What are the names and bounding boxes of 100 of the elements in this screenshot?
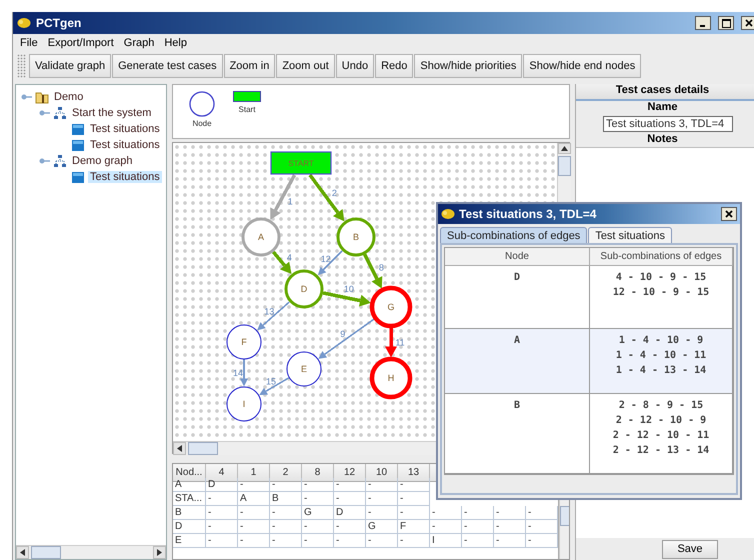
toolbar-button[interactable]: Zoom out <box>276 54 335 78</box>
node-label: D <box>300 284 308 294</box>
table-cell: - <box>366 492 398 506</box>
minimize-button[interactable] <box>695 16 711 30</box>
table-cell: I <box>430 534 462 548</box>
edge-label: 4 <box>286 252 292 262</box>
edge-arrow[interactable] <box>363 254 382 289</box>
left-arrow-icon[interactable] <box>177 445 182 452</box>
tree-item[interactable]: Test situations <box>88 123 162 135</box>
node-label: A <box>258 232 264 242</box>
close-icon <box>745 19 753 27</box>
app-icon <box>17 17 31 29</box>
name-field[interactable]: Test situations 3, TDL=4 <box>603 116 733 132</box>
row-header: E <box>173 534 206 548</box>
table-cell[interactable]: 1 - 4 - 10 - 9 1 - 4 - 10 - 11 1 - 4 - 13 - 14 <box>590 329 733 394</box>
toolbar-button[interactable]: Zoom in <box>224 54 276 78</box>
horizontal-scrollbar[interactable] <box>16 545 166 559</box>
toolbar-button[interactable]: Validate graph <box>29 54 112 78</box>
document-icon <box>71 138 85 152</box>
close-button[interactable] <box>721 207 737 221</box>
toolbar-button[interactable]: Undo <box>336 54 374 78</box>
column-header[interactable]: 10 <box>366 464 398 482</box>
graph-node[interactable] <box>336 218 376 256</box>
tab[interactable]: Sub-combinations of edges <box>440 227 588 243</box>
start-shape-icon[interactable] <box>233 91 261 103</box>
tree-item[interactable]: Start the system <box>70 107 154 119</box>
tree-item[interactable]: Test situations <box>88 139 162 151</box>
graph-node[interactable] <box>226 386 262 422</box>
save-button[interactable]: Save <box>662 540 718 558</box>
table-cell[interactable]: 4 - 10 - 9 - 15 12 - 10 - 9 - 15 <box>590 266 733 329</box>
toolbar-button[interactable]: Show/hide end nodes <box>523 54 642 78</box>
table-cell: - <box>206 492 238 506</box>
left-arrow-icon[interactable] <box>20 549 25 556</box>
right-arrow-icon[interactable] <box>157 549 162 556</box>
toolbar-grip[interactable] <box>17 54 26 78</box>
node-label: I <box>242 399 246 409</box>
menu-item[interactable]: File <box>15 37 43 49</box>
column-header[interactable]: 1 <box>238 464 270 482</box>
table-cell[interactable]: B <box>445 394 590 474</box>
menu-item[interactable]: Export/Import <box>42 37 119 49</box>
graph-node[interactable] <box>284 270 324 308</box>
node-label: F <box>241 337 247 347</box>
menu-item[interactable]: Help <box>159 37 192 49</box>
graph-node[interactable] <box>242 218 280 256</box>
table-cell: - <box>302 492 334 506</box>
edge-arrow[interactable] <box>272 250 292 274</box>
column-header[interactable]: 2 <box>270 464 302 482</box>
table-cell: - <box>238 520 270 534</box>
table-cell: - <box>206 506 238 520</box>
maximize-button[interactable] <box>718 16 734 30</box>
edge-arrow[interactable] <box>322 291 371 306</box>
table-cell[interactable]: D <box>445 266 590 329</box>
table-cell: F <box>398 520 430 534</box>
table-cell: - <box>334 534 366 548</box>
toolbar-button[interactable]: Show/hide priorities <box>414 54 522 78</box>
graph-node[interactable] <box>286 352 322 386</box>
node-shape-icon[interactable] <box>189 91 215 117</box>
table-cell[interactable]: A <box>445 329 590 394</box>
edge-arrow[interactable] <box>385 328 397 358</box>
start-node[interactable] <box>270 151 332 175</box>
edge-label: 14 <box>233 368 243 378</box>
edge-arrow[interactable] <box>308 174 344 222</box>
table-cell: - <box>270 506 302 520</box>
column-header[interactable]: Sub-combinations of edges <box>590 248 733 266</box>
table-cell: - <box>302 478 334 492</box>
column-header[interactable]: 13 <box>398 464 430 482</box>
up-arrow-icon[interactable] <box>561 146 568 151</box>
expand-handle-icon[interactable] <box>20 93 32 101</box>
column-header[interactable]: 12 <box>334 464 366 482</box>
edge-arrow[interactable] <box>318 250 343 276</box>
app-icon <box>441 208 455 220</box>
close-button[interactable] <box>741 16 754 30</box>
expand-handle-icon[interactable] <box>38 109 50 117</box>
scrollbar-thumb[interactable] <box>558 156 571 176</box>
graph-node[interactable] <box>226 324 262 360</box>
table-cell: - <box>494 520 526 534</box>
edge-arrow[interactable] <box>270 174 296 220</box>
palette-label: Node <box>192 119 212 128</box>
table-cell: - <box>206 534 238 548</box>
edge-label: 11 <box>395 338 405 348</box>
tab[interactable]: Test situations <box>588 227 672 243</box>
graph-node[interactable] <box>370 356 412 400</box>
table-cell[interactable]: 2 - 8 - 9 - 15 2 - 12 - 10 - 9 2 - 12 - 10 - 11 2 - 12 - 13 - 14 <box>590 394 733 474</box>
tree-item[interactable]: Demo graph <box>70 155 135 167</box>
column-header[interactable]: Node <box>445 248 590 266</box>
scrollbar-thumb[interactable] <box>188 442 218 455</box>
expand-handle-icon[interactable] <box>38 157 50 165</box>
graph-node[interactable] <box>370 286 412 328</box>
edge-label: 12 <box>320 254 331 264</box>
toolbar-button[interactable]: Generate test cases <box>112 54 223 78</box>
graph-icon <box>53 106 67 120</box>
table-cell: - <box>238 534 270 548</box>
scrollbar-thumb[interactable] <box>31 546 61 559</box>
tree-item[interactable]: Test situations <box>88 171 162 183</box>
tree-item[interactable]: Demo <box>52 91 86 103</box>
menu-item[interactable]: Graph <box>118 37 160 49</box>
table-cell: - <box>334 520 366 534</box>
toolbar-button[interactable]: Redo <box>375 54 414 78</box>
table-cell: - <box>462 506 494 520</box>
column-header[interactable]: 8 <box>302 464 334 482</box>
